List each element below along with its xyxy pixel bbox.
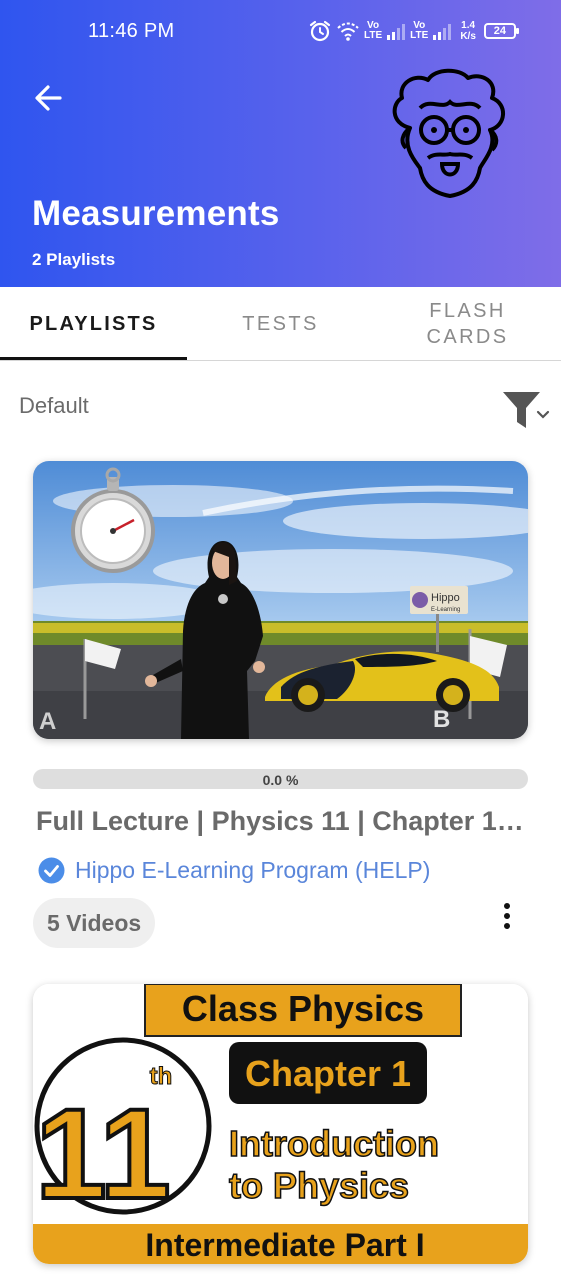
playlist-progress-text: 0.0 % <box>262 772 299 788</box>
volte-indicator-2: Vo LTE <box>410 20 429 41</box>
wifi-icon <box>337 22 359 41</box>
playlist-thumbnail[interactable]: Hippo E-Learning A B <box>33 461 528 739</box>
tab-tests[interactable]: TESTS <box>187 287 374 361</box>
network-speed: 1.4 K/s <box>460 20 476 42</box>
channel-row[interactable]: Hippo E-Learning Program (HELP) <box>38 855 430 885</box>
video-count-badge: 5 Videos <box>33 898 156 948</box>
class-physics-thumbnail-image: Class Physics 11 th Chapter 1 Introducti… <box>33 984 528 1264</box>
sort-dropdown[interactable]: Default <box>19 393 89 419</box>
grade-suffix: th <box>150 1063 173 1090</box>
filter-icon[interactable] <box>500 388 556 430</box>
tab-flash-cards-label: FLASH CARDS <box>426 300 509 348</box>
tab-playlists[interactable]: PLAYLISTS <box>0 287 187 361</box>
status-time: 11:46 PM <box>88 20 175 42</box>
banner-bottom-text: Intermediate Part I <box>145 1227 424 1263</box>
point-a-label: A <box>39 708 56 735</box>
channel-name: Hippo E-Learning Program (HELP) <box>75 856 431 883</box>
active-tab-indicator <box>0 357 187 360</box>
back-arrow-icon[interactable] <box>30 80 66 116</box>
page-title: Measurements <box>32 194 280 233</box>
signal-icon-1 <box>387 24 406 40</box>
einstein-mascot-icon <box>392 68 505 198</box>
network-speed-unit: K/s <box>460 31 476 42</box>
hippo-sign-text: Hippo <box>431 592 460 604</box>
grade-number: 11 <box>35 1083 170 1226</box>
verified-check-icon <box>38 857 65 883</box>
lecture-thumbnail-image: Hippo E-Learning A B <box>33 461 528 739</box>
banner-top-text: Class Physics <box>182 988 424 1029</box>
chapter-label: Chapter 1 <box>245 1053 411 1094</box>
alarm-icon <box>309 20 331 42</box>
playlist-progress-bar: 0.0 % <box>33 769 528 789</box>
signal-icon-2 <box>433 24 452 40</box>
tab-bar: PLAYLISTS TESTS FLASH CARDS <box>0 287 561 361</box>
playlist-count: 2 Playlists <box>32 250 116 269</box>
network-speed-value: 1.4 <box>461 20 476 31</box>
header: 11:46 PM Vo LTE Vo LTE 1.4 K/s 24 Measur… <box>0 0 561 287</box>
status-bar-icons: Vo LTE Vo LTE 1.4 K/s 24 <box>308 16 519 46</box>
topic-line-2: to Physics <box>229 1165 409 1206</box>
topic-line-1: Introduction <box>229 1123 439 1164</box>
playlist-title[interactable]: Full Lecture | Physics 11 | Chapter 1 Me… <box>36 806 531 837</box>
playlist-thumbnail-2[interactable]: Class Physics 11 th Chapter 1 Introducti… <box>33 984 528 1264</box>
tab-flash-cards[interactable]: FLASH CARDS <box>374 287 561 361</box>
battery-icon: 24 <box>483 23 519 39</box>
hippo-sign-subtext: E-Learning <box>431 607 460 613</box>
more-options-icon[interactable] <box>494 898 520 934</box>
volte-indicator-1: Vo LTE <box>364 20 383 41</box>
